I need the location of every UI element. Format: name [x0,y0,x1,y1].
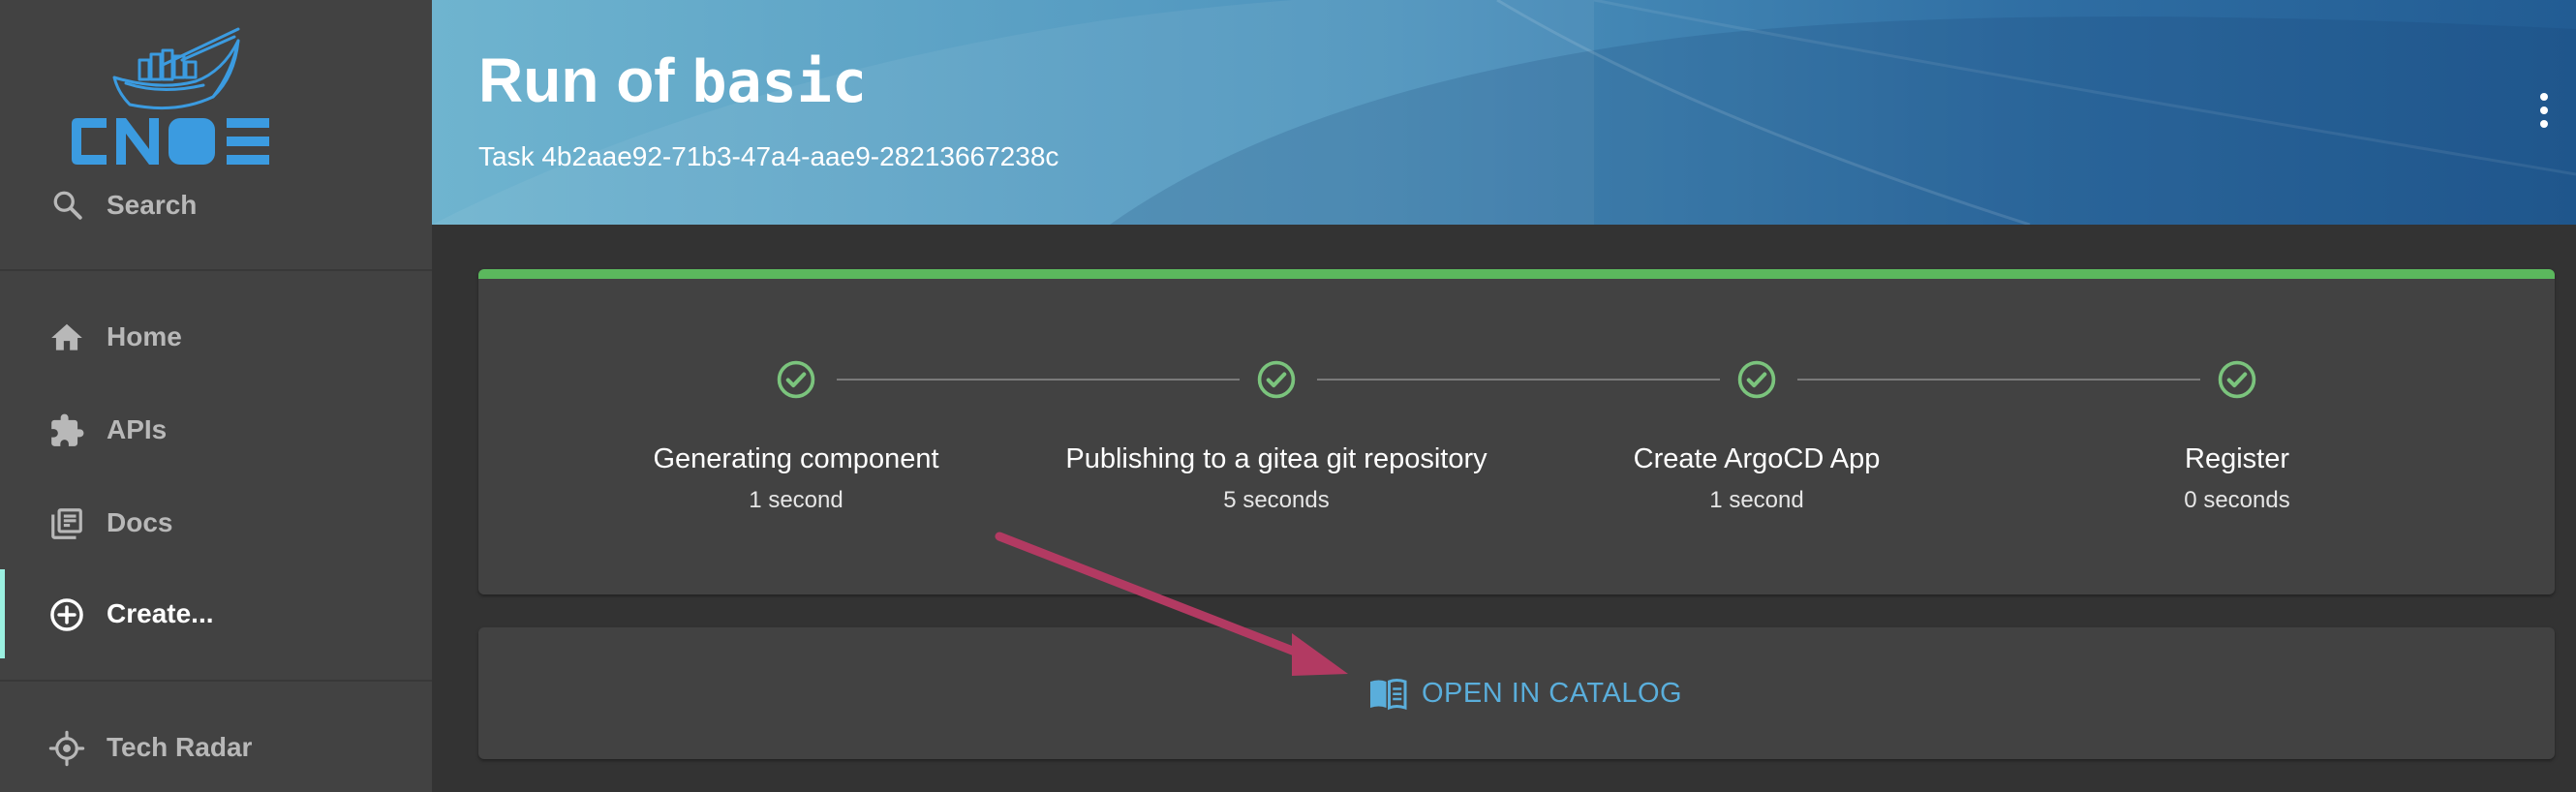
page-title-prefix: Run of [478,46,692,115]
sidebar-divider [0,680,432,682]
task-actions-card: OPEN IN CATALOG [478,627,2555,759]
sidebar: Search Home APIs Docs Create... Tech Rad… [0,0,432,792]
sidebar-item-tech-radar[interactable]: Tech Radar [0,703,432,792]
step-duration: 1 second [749,487,843,513]
page-header: Run of basic Task 4b2aae92-71b3-47a4-aae… [432,0,2576,225]
check-circle-icon [1257,360,1296,399]
page-title: Run of basic [478,45,867,116]
step-name: Create ArgoCD App [1633,443,1881,474]
sidebar-item-docs[interactable]: Docs [0,478,432,567]
sidebar-item-label: Create... [107,598,214,628]
radar-icon [48,730,85,767]
check-circle-icon [2218,360,2256,399]
step-create-argocd-app[interactable]: Create ArgoCD App 1 second [1524,358,1989,514]
add-circle-icon [50,598,83,631]
check-circle-icon [777,360,815,399]
step-duration: 5 seconds [1223,487,1330,513]
check-circle-icon [1737,360,1776,399]
sidebar-item-apis[interactable]: APIs [0,385,432,474]
step-name: Publishing to a gitea git repository [1065,443,1487,474]
cnoe-logo[interactable] [68,23,281,174]
step-name: Register [2185,443,2289,474]
open-in-catalog-button[interactable]: OPEN IN CATALOG [1367,666,1682,720]
sidebar-item-create[interactable]: Create... [0,569,432,658]
sidebar-divider [0,269,432,271]
sidebar-item-home[interactable]: Home [0,292,432,381]
step-generating-component[interactable]: Generating component 1 second [564,358,1028,514]
more-vert-icon[interactable] [2531,89,2557,132]
puzzle-icon [51,413,84,446]
step-name: Generating component [653,443,939,474]
home-icon [51,323,82,350]
library-books-icon [51,508,82,539]
page-title-template: basic [691,48,867,116]
sidebar-item-label: Home [107,321,182,351]
sidebar-item-label: Docs [107,507,173,537]
search-label: Search [107,190,198,220]
progress-bar-complete [478,269,2555,279]
task-steps-card: Generating component 1 second Publishing… [478,269,2555,594]
search-icon [53,191,82,220]
page-subtitle: Task 4b2aae92-71b3-47a4-aae9-28213667238… [478,141,1059,171]
step-duration: 1 second [1709,487,1804,513]
open-in-catalog-label: OPEN IN CATALOG [1422,677,1683,709]
step-publishing[interactable]: Publishing to a gitea git repository 5 s… [1044,358,1509,514]
sidebar-search[interactable]: Search [0,178,432,232]
sidebar-item-label: Tech Radar [107,732,253,762]
step-duration: 0 seconds [2184,487,2290,513]
active-indicator [0,569,5,658]
step-register[interactable]: Register 0 seconds [2005,358,2469,514]
menu-book-icon [1370,679,1407,711]
sidebar-item-label: APIs [107,414,168,444]
